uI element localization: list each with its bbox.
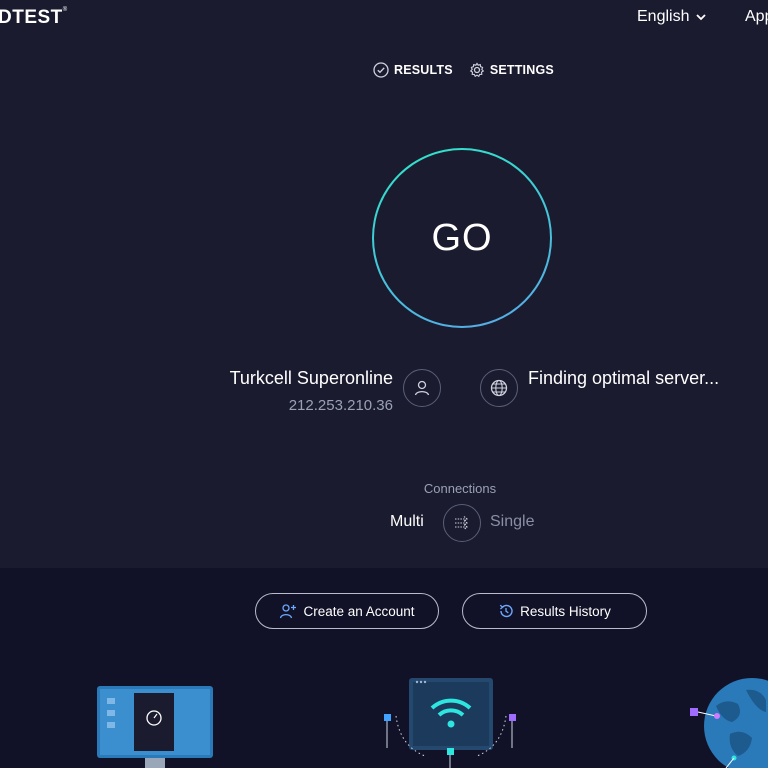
- tab-results[interactable]: RESULTS: [373, 62, 453, 78]
- results-history-button[interactable]: Results History: [462, 593, 647, 629]
- isp-name: Turkcell Superonline: [229, 368, 393, 388]
- connections-toggle-icon[interactable]: [443, 504, 481, 542]
- go-label: GO: [431, 216, 493, 259]
- connection-single-option[interactable]: Single: [490, 513, 534, 531]
- go-button[interactable]: GO: [372, 148, 552, 328]
- globe-icon[interactable]: [480, 369, 518, 407]
- connection-multi-option[interactable]: Multi: [390, 513, 424, 531]
- server-status[interactable]: Finding optimal server...: [528, 368, 719, 389]
- desktop-app-illustration: [97, 686, 213, 768]
- wifi-illustration: [384, 678, 516, 768]
- tab-settings-label: SETTINGS: [489, 63, 554, 77]
- chevron-down-icon: [696, 14, 707, 21]
- tab-settings[interactable]: SETTINGS: [469, 62, 554, 78]
- language-selector[interactable]: English: [637, 8, 707, 26]
- apps-menu[interactable]: Apps: [745, 8, 768, 26]
- speedtest-logo[interactable]: DTEST®: [0, 7, 68, 29]
- globe-illustration: [690, 678, 768, 768]
- user-icon: [403, 369, 441, 407]
- add-user-icon: [280, 604, 297, 619]
- create-account-label: Create an Account: [303, 603, 415, 619]
- check-circle-icon: [373, 62, 389, 78]
- connections-label: Connections: [423, 481, 497, 496]
- top-tabs: RESULTS SETTINGS: [373, 62, 554, 78]
- language-label: English: [637, 8, 690, 25]
- tab-results-label: RESULTS: [394, 63, 453, 77]
- results-history-label: Results History: [520, 603, 611, 619]
- gear-icon: [469, 62, 484, 78]
- create-account-button[interactable]: Create an Account: [255, 593, 439, 629]
- history-icon: [499, 604, 513, 618]
- ip-address: 212.253.210.36: [288, 397, 393, 414]
